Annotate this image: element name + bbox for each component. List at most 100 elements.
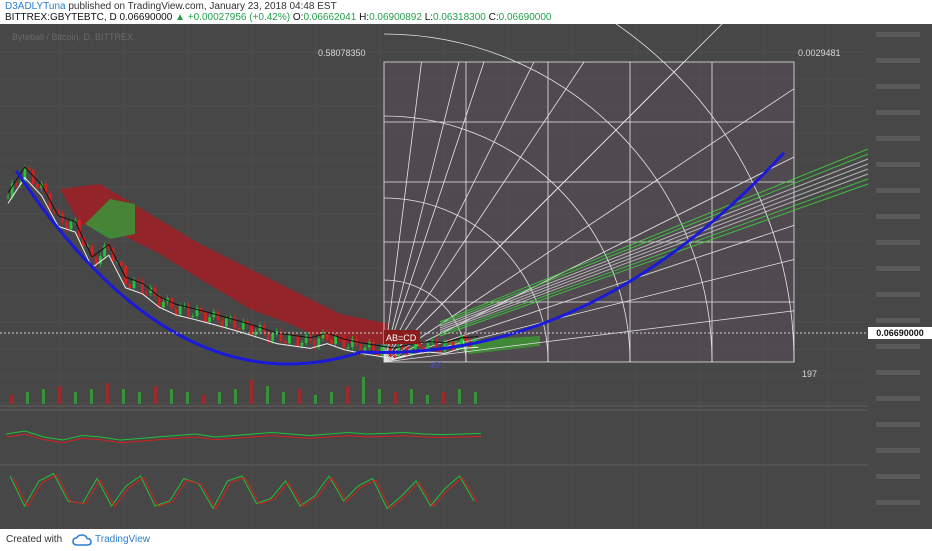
axis-tick-placeholder <box>876 396 920 401</box>
angle-45-label: 45° <box>430 361 442 370</box>
publish-line: D3ADLYTuna published on TradingView.com,… <box>5 1 337 12</box>
axis-tick-placeholder <box>876 214 920 219</box>
abcd-pattern-label: AB=CD <box>386 333 417 343</box>
axis-tick-placeholder <box>876 474 920 479</box>
ohlc-line: BITTREX:GBYTEBTC, D 0.06690000 ▲ +0.0002… <box>5 12 552 23</box>
candle-body <box>178 305 182 315</box>
tradingview-brand-link[interactable]: TradingView <box>95 534 150 545</box>
volume-bar <box>330 392 333 404</box>
axis-tick-placeholder <box>876 58 920 63</box>
candle-body <box>65 221 69 230</box>
axis-tick-placeholder <box>876 136 920 141</box>
candle-body <box>94 257 98 264</box>
volume-bar <box>218 392 221 404</box>
low-label: L: <box>424 12 434 23</box>
axis-tick-placeholder <box>876 292 920 297</box>
axis-tick-placeholder <box>876 32 920 37</box>
candle-body <box>191 316 195 318</box>
created-with-text: Created with <box>6 534 63 545</box>
volume-bar <box>106 383 109 404</box>
candle-body <box>216 311 220 321</box>
chart-header: D3ADLYTuna published on TradingView.com,… <box>0 0 932 24</box>
candle-body <box>258 325 262 332</box>
last-price-tag-label: 0.06690000 <box>876 328 924 338</box>
volume-bar <box>186 392 189 404</box>
axis-tick-placeholder <box>876 240 920 245</box>
candle-body <box>330 339 333 345</box>
volume-bar <box>426 395 429 404</box>
volume-bar <box>282 392 285 404</box>
candle-body <box>237 327 241 330</box>
axis-tick-placeholder <box>876 422 920 427</box>
axis-tick-placeholder <box>876 500 920 505</box>
author-link[interactable]: D3ADLYTuna <box>5 1 66 12</box>
gann-top-right-label: 0.0029481 <box>798 48 841 58</box>
candle-body <box>283 340 287 344</box>
candle-body <box>296 335 300 346</box>
candle-body <box>464 335 468 342</box>
axis-tick-placeholder <box>876 188 920 193</box>
candle-body <box>220 320 224 327</box>
volume-bar <box>314 395 317 404</box>
close-value: 0.06690000 <box>498 12 552 23</box>
volume-bar <box>10 395 13 404</box>
axis-tick-placeholder <box>876 370 920 375</box>
candle-body <box>204 312 207 323</box>
candle-body <box>128 284 132 289</box>
candle-body <box>300 342 304 346</box>
volume-bar <box>250 380 253 404</box>
volume-bar <box>474 392 477 404</box>
candle-body <box>233 317 237 328</box>
axis-tick-placeholder <box>876 266 920 271</box>
candle-body <box>69 221 73 230</box>
volume-bar <box>74 392 77 404</box>
published-text: published on TradingView.com, January 23… <box>68 1 337 12</box>
candle-body <box>313 340 316 348</box>
candle-body <box>132 279 136 289</box>
candle-body <box>346 347 350 349</box>
candle-body <box>6 196 10 198</box>
candle-body <box>15 183 18 185</box>
low-value: 0.06318300 <box>433 12 486 23</box>
volume-bar <box>378 389 381 404</box>
candle-body <box>393 355 396 357</box>
up-triangle-icon: ▲ <box>175 12 185 23</box>
axis-tick-placeholder <box>876 110 920 115</box>
close-label: C: <box>488 12 499 23</box>
gann-bottom-right-label: 197 <box>802 369 817 379</box>
chart-canvas[interactable]: Byteball / Bitcoin, D, BITTREX 0.0669000… <box>0 24 932 529</box>
volume-bar <box>42 389 45 404</box>
volume-bar <box>362 377 365 404</box>
candle-body <box>321 332 325 339</box>
volume-bar <box>26 392 29 404</box>
axis-tick-placeholder <box>876 448 920 453</box>
volume-bar <box>442 392 445 404</box>
candle-body <box>334 336 337 345</box>
candle-body <box>120 261 123 266</box>
candle-body <box>36 184 39 189</box>
tradingview-cloud-icon <box>72 533 92 551</box>
volume-bar <box>410 389 413 404</box>
axis-tick-placeholder <box>876 162 920 167</box>
candle-body <box>162 301 165 308</box>
high-value: 0.06900892 <box>369 12 422 23</box>
price-change: +0.00027956 (+0.42%) <box>187 12 291 23</box>
axis-tick-placeholder <box>876 318 920 323</box>
candle-body <box>145 292 148 294</box>
high-label: H: <box>359 12 370 23</box>
volume-bar <box>170 389 173 404</box>
volume-bar <box>234 389 237 404</box>
candle-body <box>174 308 178 315</box>
open-value: 0.06662041 <box>303 12 357 23</box>
gann-top-left-label: 0.58078350 <box>318 48 366 58</box>
volume-bar <box>90 389 93 404</box>
axis-tick-placeholder <box>876 84 920 89</box>
volume-bar <box>394 392 397 404</box>
candle-body <box>460 335 463 345</box>
axis-tick-placeholder <box>876 344 920 349</box>
candle-body <box>271 333 274 341</box>
volume-bar <box>138 392 141 404</box>
footer-bar: Created with TradingView <box>0 529 932 550</box>
volume-bar <box>154 386 157 404</box>
candle-body <box>267 332 270 341</box>
